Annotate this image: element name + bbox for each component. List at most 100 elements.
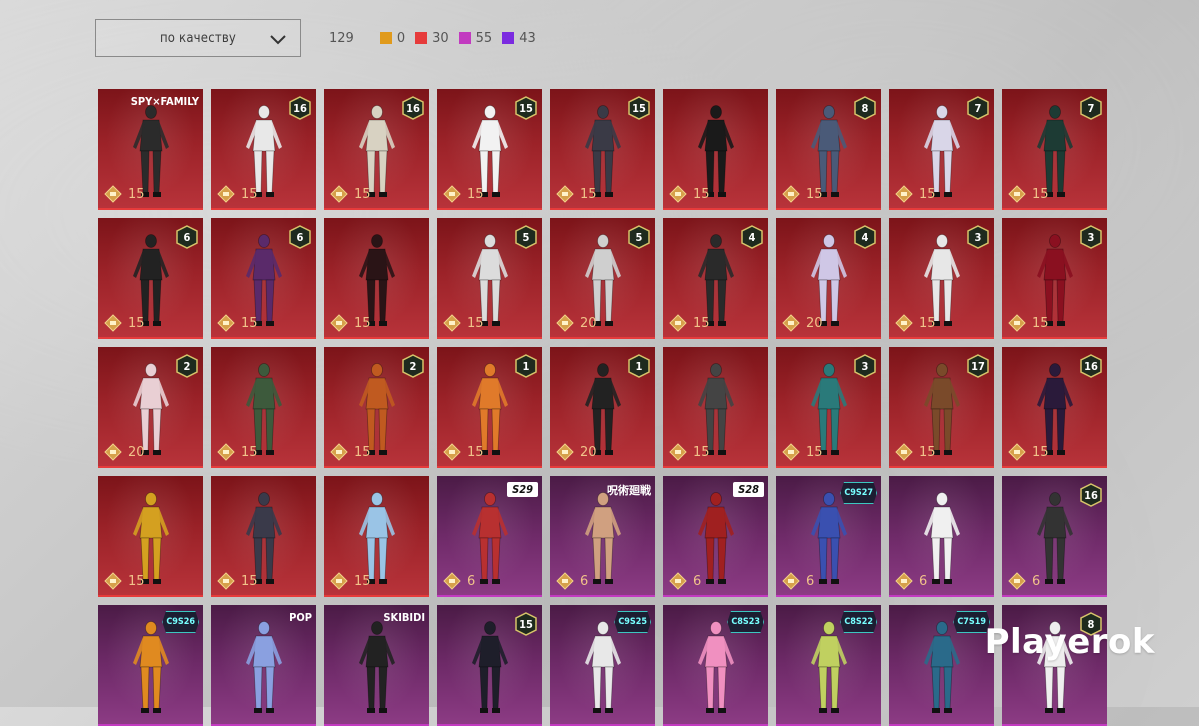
price: 15 <box>895 185 936 203</box>
outfit-figure-icon <box>246 621 282 713</box>
skin-card[interactable]: 15 <box>211 476 316 597</box>
rarity-stat: 43 <box>502 31 536 46</box>
coin-icon <box>330 443 348 461</box>
skin-card[interactable]: 6 15 <box>98 218 203 339</box>
skin-card[interactable]: 2 20 <box>98 347 203 468</box>
coin-icon <box>669 314 687 332</box>
level-value: 1 <box>635 359 643 373</box>
coin-icon <box>556 314 574 332</box>
skin-card[interactable]: 16 15 <box>1002 347 1107 468</box>
skin-card[interactable]: C8S22 <box>776 605 881 726</box>
collab-tag: C8S23 <box>727 611 764 633</box>
total-count-value: 129 <box>329 30 354 46</box>
sort-dropdown[interactable]: по качеству <box>95 19 301 57</box>
price-value: 15 <box>354 315 371 331</box>
skin-card[interactable]: SKIBIDI <box>324 605 429 726</box>
collab-tag: SKIBIDI <box>383 611 425 624</box>
price: 15 <box>104 185 145 203</box>
outfit-figure-icon <box>924 492 960 584</box>
skin-card[interactable]: 1 20 <box>550 347 655 468</box>
level-value: 6 <box>183 230 191 244</box>
skin-card[interactable]: 15 <box>324 476 429 597</box>
total-count: 129 <box>329 31 354 46</box>
price: 15 <box>330 443 371 461</box>
rarity-count: 43 <box>519 30 536 46</box>
skin-card[interactable]: 7 15 <box>889 89 994 210</box>
coin-icon <box>895 443 913 461</box>
price: 15 <box>330 572 371 590</box>
skin-card[interactable]: 3 15 <box>889 218 994 339</box>
collab-tag: C9S27 <box>840 482 877 504</box>
skin-card[interactable]: 15 <box>437 605 542 726</box>
level-badge: 3 <box>1080 225 1102 249</box>
skin-card[interactable]: C9S26 <box>98 605 203 726</box>
chevron-down-icon <box>270 35 286 45</box>
collab-tag: S28 <box>733 482 764 497</box>
skin-card[interactable]: 15 <box>663 89 768 210</box>
skin-card[interactable]: 8 15 <box>776 89 881 210</box>
skin-card[interactable]: S28 6 <box>663 476 768 597</box>
price-value: 15 <box>467 186 484 202</box>
coin-icon <box>782 185 800 203</box>
price: 15 <box>443 443 484 461</box>
skin-card[interactable]: C8S23 <box>663 605 768 726</box>
skin-card[interactable]: 3 15 <box>776 347 881 468</box>
level-badge: 6 <box>176 225 198 249</box>
skin-card[interactable]: 6 <box>889 476 994 597</box>
coin-icon <box>1008 443 1026 461</box>
skin-card[interactable]: 呪術廻戦 6 <box>550 476 655 597</box>
skin-card[interactable]: POP <box>211 605 316 726</box>
rarity-stat: 0 <box>379 31 405 46</box>
skin-card[interactable]: 16 15 <box>324 89 429 210</box>
skin-card[interactable]: C9S25 <box>550 605 655 726</box>
sort-dropdown-label: по качеству <box>159 30 237 46</box>
skin-card[interactable]: 2 15 <box>324 347 429 468</box>
skin-card[interactable]: 17 15 <box>889 347 994 468</box>
price-value: 6 <box>580 573 589 589</box>
skin-card[interactable]: 6 15 <box>211 218 316 339</box>
level-value: 16 <box>293 101 307 115</box>
level-badge: 15 <box>515 612 537 636</box>
skin-card[interactable]: C9S27 6 <box>776 476 881 597</box>
rarity-count: 30 <box>432 30 449 46</box>
skin-card[interactable]: 15 <box>663 347 768 468</box>
skin-card[interactable]: S29 6 <box>437 476 542 597</box>
skin-card[interactable]: 15 <box>324 218 429 339</box>
level-value: 17 <box>971 359 985 373</box>
outfit-figure-icon <box>811 492 847 584</box>
skin-card[interactable]: 7 15 <box>1002 89 1107 210</box>
price: 6 <box>669 572 701 590</box>
skin-card[interactable]: 4 15 <box>663 218 768 339</box>
skin-card[interactable]: C7S19 <box>889 605 994 726</box>
price-value: 15 <box>1032 315 1049 331</box>
skin-card[interactable]: SPY×FAMILY 15 <box>98 89 203 210</box>
skin-card[interactable]: 4 20 <box>776 218 881 339</box>
skin-card[interactable]: 16 6 <box>1002 476 1107 597</box>
rarity-stat: 30 <box>415 31 449 46</box>
level-value: 2 <box>183 359 191 373</box>
skin-card[interactable]: 1 15 <box>437 347 542 468</box>
price: 15 <box>1008 185 1049 203</box>
price: 15 <box>895 314 936 332</box>
skin-card[interactable]: 15 15 <box>550 89 655 210</box>
skin-card[interactable]: 3 15 <box>1002 218 1107 339</box>
price: 15 <box>217 443 258 461</box>
skin-card[interactable]: 16 15 <box>211 89 316 210</box>
skin-card[interactable]: 5 15 <box>437 218 542 339</box>
coin-icon <box>895 314 913 332</box>
skin-card[interactable]: 15 <box>98 476 203 597</box>
price-value: 15 <box>241 573 258 589</box>
price-value: 20 <box>580 315 597 331</box>
price: 15 <box>556 185 597 203</box>
price: 15 <box>330 314 371 332</box>
outfit-figure-icon <box>359 621 395 713</box>
level-badge: 2 <box>176 354 198 378</box>
skin-card[interactable]: 5 20 <box>550 218 655 339</box>
skin-card[interactable]: 15 15 <box>437 89 542 210</box>
level-badge: 3 <box>854 354 876 378</box>
coin-icon <box>104 443 122 461</box>
price: 15 <box>1008 314 1049 332</box>
price: 6 <box>443 572 475 590</box>
skin-card[interactable]: 15 <box>211 347 316 468</box>
coin-icon <box>556 572 574 590</box>
